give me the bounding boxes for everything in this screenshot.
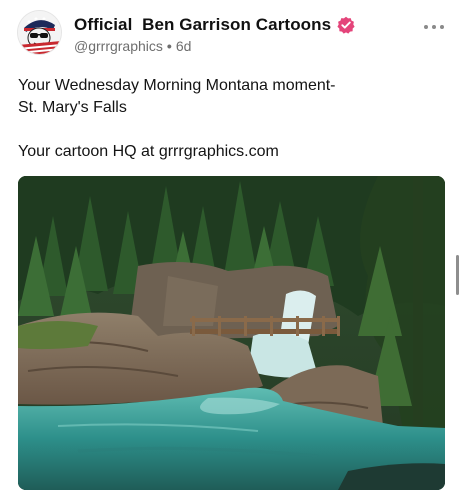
post-age[interactable]: 6d bbox=[176, 38, 192, 54]
post-text-line: St. Mary's Falls bbox=[18, 99, 127, 116]
cartoon-character-avatar-icon bbox=[18, 11, 61, 54]
scrollbar[interactable] bbox=[456, 255, 459, 295]
post-image[interactable] bbox=[18, 176, 445, 490]
avatar[interactable] bbox=[18, 11, 61, 54]
author-display-name[interactable]: Official Ben Garrison Cartoons bbox=[74, 15, 331, 35]
st-marys-falls-photo-icon bbox=[18, 176, 445, 490]
post-text: Your Wednesday Morning Montana moment- S… bbox=[18, 75, 438, 163]
verified-badge-icon bbox=[337, 16, 355, 34]
more-options-button[interactable] bbox=[424, 22, 444, 32]
post: Official Ben Garrison Cartoons @grrrgrap… bbox=[0, 0, 463, 500]
author-handle[interactable]: @grrrgraphics bbox=[74, 38, 163, 54]
more-horizontal-icon bbox=[424, 25, 428, 29]
post-text-line: Your Wednesday Morning Montana moment- bbox=[18, 77, 336, 94]
separator-dot: • bbox=[166, 38, 172, 54]
post-text-line[interactable]: Your cartoon HQ at grrrgraphics.com bbox=[18, 141, 438, 163]
author-row: Official Ben Garrison Cartoons bbox=[74, 14, 355, 36]
post-meta: @grrrgraphics • 6d bbox=[74, 38, 191, 54]
